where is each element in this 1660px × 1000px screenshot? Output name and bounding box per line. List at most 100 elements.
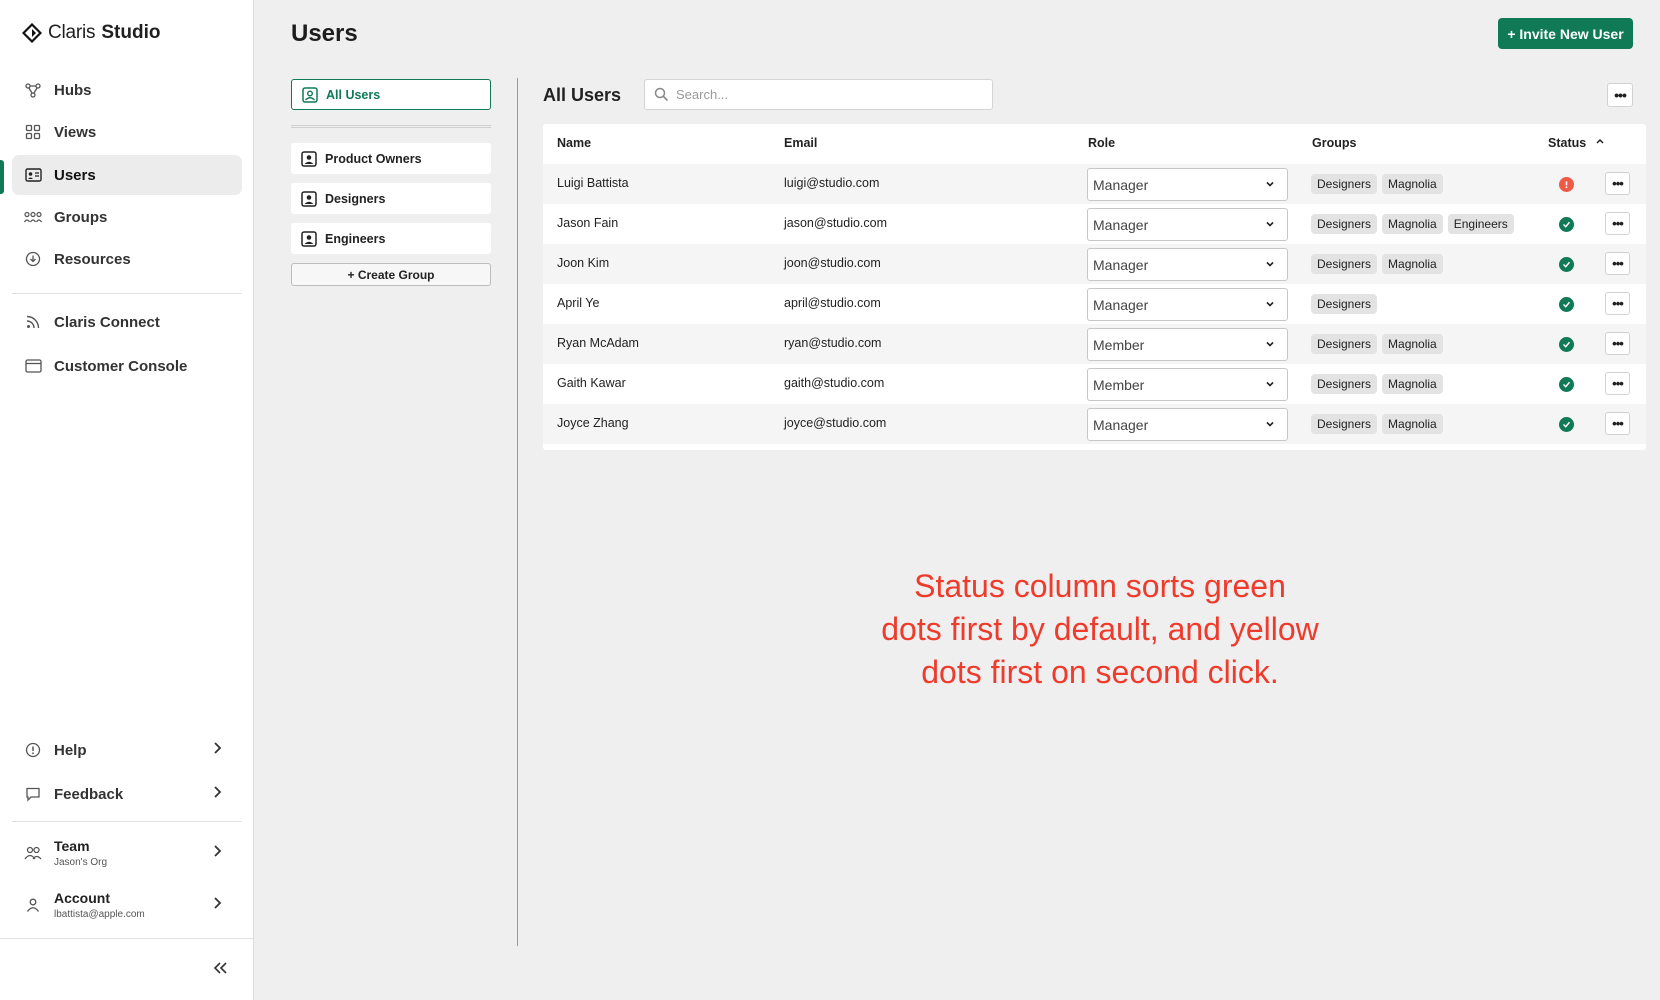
user-email: jason@studio.com	[784, 216, 888, 230]
role-value: Member	[1093, 336, 1145, 353]
group-tag: Magnolia	[1382, 214, 1443, 234]
user-card-icon	[302, 86, 318, 103]
row-more-button[interactable]: •••	[1605, 332, 1630, 355]
chevron-down-icon	[1266, 261, 1274, 267]
role-select[interactable]: Manager	[1087, 288, 1288, 321]
group-item-product-owners[interactable]: Product Owners	[291, 143, 491, 174]
group-tag: Engineers	[1447, 214, 1514, 234]
column-header-email[interactable]: Email	[784, 136, 817, 150]
account-email: lbattista@apple.com	[54, 909, 145, 920]
row-more-button[interactable]: •••	[1605, 172, 1630, 195]
group-tags: Designers Magnolia Engineers	[1311, 214, 1514, 234]
row-more-button[interactable]: •••	[1605, 252, 1630, 275]
table-row[interactable]: Luigi Battista luigi@studio.com Manager …	[543, 164, 1646, 204]
groups-icon	[24, 208, 42, 226]
table-row[interactable]: Ryan McAdam ryan@studio.com Member Desig…	[543, 324, 1646, 364]
group-tags: Designers Magnolia	[1311, 334, 1443, 354]
group-tag: Magnolia	[1382, 374, 1443, 394]
invite-user-button[interactable]: + Invite New User	[1498, 18, 1633, 49]
user-name: April Ye	[557, 296, 600, 310]
sidebar-item-groups[interactable]: Groups	[12, 197, 242, 237]
sidebar-divider	[12, 293, 242, 294]
user-email: gaith@studio.com	[784, 376, 885, 390]
sidebar-item-users[interactable]: Users	[12, 155, 242, 195]
sidebar-item-label: Users	[54, 166, 96, 184]
sidebar-item-label: Resources	[54, 250, 131, 268]
row-more-button[interactable]: •••	[1605, 372, 1630, 395]
sidebar-item-team[interactable]: Team Jason's Org	[12, 831, 242, 875]
panel-divider	[517, 78, 518, 946]
group-item-engineers[interactable]: Engineers	[291, 223, 491, 254]
group-label: All Users	[326, 87, 381, 102]
chevron-down-icon	[1266, 421, 1274, 427]
status-ok-icon	[1559, 377, 1574, 392]
group-tag: Magnolia	[1382, 174, 1443, 194]
sidebar-divider	[0, 938, 254, 939]
user-name: Luigi Battista	[557, 176, 629, 190]
row-more-button[interactable]: •••	[1605, 412, 1630, 435]
role-select[interactable]: Manager	[1087, 168, 1288, 201]
sidebar: Claris Studio Hubs Views Users Groups Re…	[0, 0, 254, 1000]
column-header-status[interactable]: Status	[1548, 136, 1586, 150]
chevron-right-icon	[213, 844, 222, 863]
group-label: Engineers	[325, 231, 386, 246]
group-tag: Designers	[1311, 334, 1378, 354]
row-more-button[interactable]: •••	[1605, 212, 1630, 235]
group-label: Product Owners	[325, 151, 422, 166]
group-tag: Designers	[1311, 174, 1378, 194]
role-value: Manager	[1093, 416, 1149, 433]
table-row[interactable]: Jason Fain jason@studio.com Manager Desi…	[543, 204, 1646, 244]
sidebar-item-claris-connect[interactable]: Claris Connect	[12, 302, 242, 342]
sidebar-item-hubs[interactable]: Hubs	[12, 70, 242, 110]
user-email: joon@studio.com	[784, 256, 881, 270]
collapse-sidebar-icon[interactable]	[212, 958, 228, 981]
role-value: Manager	[1093, 216, 1149, 233]
sidebar-item-label: Help	[54, 741, 87, 759]
sidebar-item-views[interactable]: Views	[12, 112, 242, 152]
group-label: Designers	[325, 191, 386, 206]
role-select[interactable]: Manager	[1087, 208, 1288, 241]
role-select[interactable]: Manager	[1087, 408, 1288, 441]
chevron-down-icon	[1266, 341, 1274, 347]
status-ok-icon	[1559, 257, 1574, 272]
table-row[interactable]: Gaith Kawar gaith@studio.com Member Desi…	[543, 364, 1646, 404]
group-tags: Designers Magnolia	[1311, 174, 1443, 194]
table-row[interactable]: Joyce Zhang joyce@studio.com Manager Des…	[543, 404, 1646, 444]
group-tag: Designers	[1311, 214, 1378, 234]
role-select[interactable]: Member	[1087, 328, 1288, 361]
role-value: Member	[1093, 376, 1145, 393]
status-ok-icon	[1559, 297, 1574, 312]
column-header-name[interactable]: Name	[557, 136, 591, 150]
resources-icon	[24, 250, 42, 268]
column-header-groups[interactable]: Groups	[1312, 136, 1356, 150]
table-header: Name Email Role Groups Status	[543, 124, 1646, 164]
sidebar-item-feedback[interactable]: Feedback	[12, 774, 242, 814]
chevron-down-icon	[1266, 301, 1274, 307]
hubs-icon	[24, 81, 42, 99]
search-input[interactable]	[676, 87, 976, 102]
role-select[interactable]: Manager	[1087, 248, 1288, 281]
sidebar-item-customer-console[interactable]: Customer Console	[12, 346, 242, 386]
group-item-designers[interactable]: Designers	[291, 183, 491, 214]
sidebar-item-resources[interactable]: Resources	[12, 239, 242, 279]
brand-logo[interactable]: Claris Studio	[22, 22, 160, 44]
role-select[interactable]: Member	[1087, 368, 1288, 401]
sidebar-item-label: Customer Console	[54, 357, 188, 375]
create-group-button[interactable]: + Create Group	[291, 263, 491, 286]
sidebar-item-help[interactable]: Help	[12, 730, 242, 770]
brand-product: Studio	[101, 22, 161, 43]
brand-name: Claris	[48, 22, 96, 43]
list-more-button[interactable]: •••	[1607, 83, 1633, 107]
chevron-down-icon	[1266, 221, 1274, 227]
search-box[interactable]	[644, 79, 993, 110]
table-row[interactable]: Joon Kim joon@studio.com Manager Designe…	[543, 244, 1646, 284]
sidebar-item-account[interactable]: Account lbattista@apple.com	[12, 883, 242, 927]
table-row[interactable]: April Ye april@studio.com Manager Design…	[543, 284, 1646, 324]
sort-ascending-icon[interactable]	[1595, 136, 1605, 146]
user-email: april@studio.com	[784, 296, 881, 310]
column-header-role[interactable]: Role	[1088, 136, 1115, 150]
list-title: All Users	[543, 85, 622, 105]
group-item-all-users[interactable]: All Users	[291, 79, 491, 110]
row-more-button[interactable]: •••	[1605, 292, 1630, 315]
sidebar-item-label: Claris Connect	[54, 313, 160, 331]
